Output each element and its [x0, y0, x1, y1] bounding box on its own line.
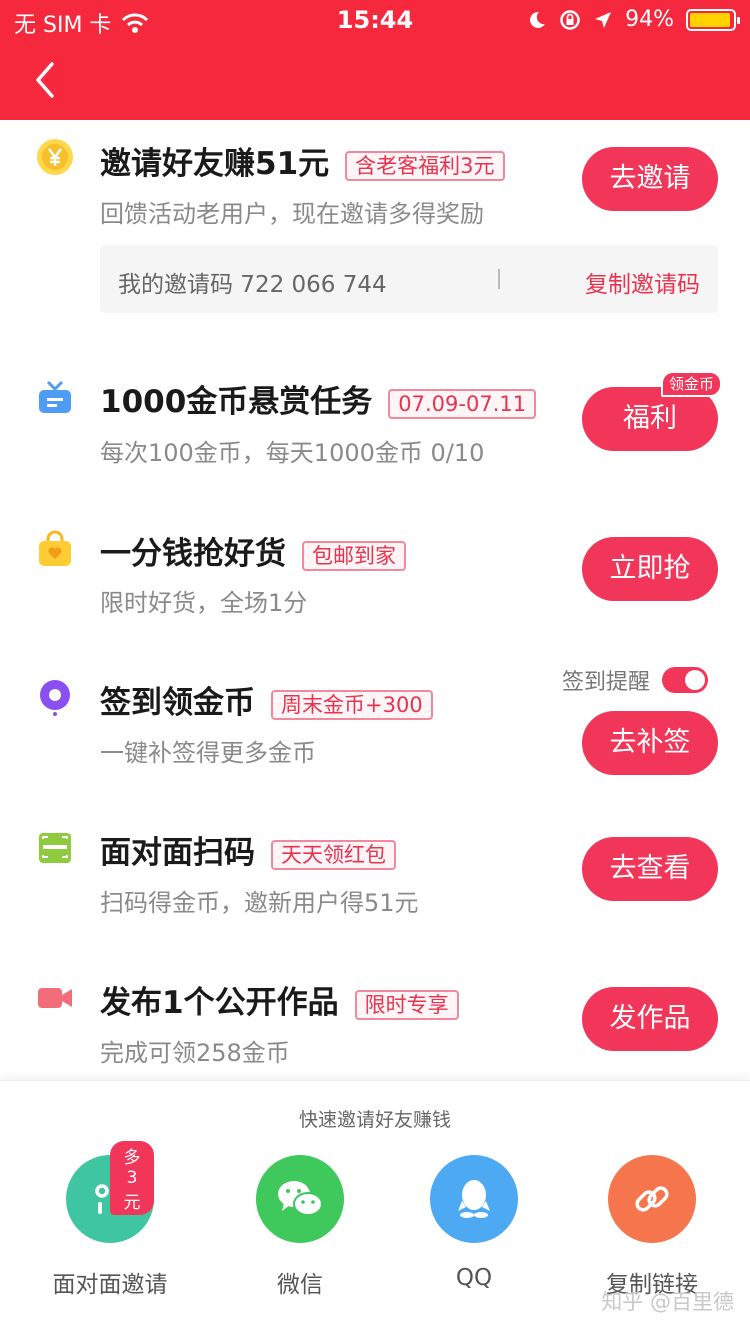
- task-subtitle: 回馈活动老用户，现在邀请多得奖励: [100, 200, 484, 228]
- welfare-button-label: 福利: [623, 403, 677, 434]
- task-title-text: 一分钱抢好货: [100, 536, 286, 572]
- yuan-coin-icon: [37, 139, 73, 175]
- task-title-text: 1000金币悬赏任务: [100, 384, 373, 420]
- back-arrow-icon[interactable]: [30, 60, 60, 100]
- copy-invite-code-button[interactable]: 复制邀请码: [585, 265, 700, 299]
- task-subtitle: 每次100金币，每天1000金币 0/10: [100, 439, 485, 467]
- watermark: 知乎 @百里德: [601, 1290, 734, 1314]
- face-to-face-icon: 多3元: [66, 1141, 154, 1243]
- view-button[interactable]: 去查看: [582, 837, 718, 901]
- publish-work-button[interactable]: 发作品: [582, 987, 718, 1051]
- scan-code-icon: [39, 833, 71, 863]
- moon-icon: [530, 11, 546, 28]
- task-tag: 包邮到家: [302, 540, 406, 571]
- checkin-reminder-toggle[interactable]: [662, 667, 709, 693]
- share-face-to-face[interactable]: 多3元 面对面邀请: [35, 1141, 185, 1299]
- makeup-checkin-button[interactable]: 去补签: [582, 711, 718, 775]
- share-copy-link[interactable]: 复制链接: [577, 1155, 727, 1299]
- task-subtitle: 扫码得金币，邀新用户得51元: [100, 889, 419, 917]
- share-label: QQ: [455, 1265, 493, 1291]
- welfare-button[interactable]: 福利 领金币: [582, 371, 722, 451]
- video-camera-icon: [38, 988, 72, 1008]
- invite-code-box: 我的邀请码 722 066 744 复制邀请码: [100, 245, 718, 313]
- task-title: 签到领金币 周末金币+300: [100, 677, 433, 722]
- task-title: 邀请好友赚51元 含老客福利3元: [100, 138, 505, 183]
- task-title: 一分钱抢好货 包邮到家: [100, 528, 406, 573]
- invite-button[interactable]: 去邀请: [582, 147, 718, 211]
- link-icon: [608, 1155, 696, 1243]
- task-title: 发布1个公开作品 限时专享: [100, 977, 459, 1022]
- task-subtitle: 限时好货，全场1分: [100, 589, 308, 617]
- divider: [498, 269, 500, 289]
- share-wechat[interactable]: 微信: [225, 1155, 375, 1299]
- gift-box-icon: [39, 380, 71, 413]
- top-header: 无 SIM 卡 15:44 94%: [0, 0, 750, 120]
- task-tag: 含老客福利3元: [345, 150, 505, 181]
- wechat-icon: [256, 1155, 344, 1243]
- share-qq[interactable]: QQ: [399, 1155, 549, 1291]
- checkin-badge-icon: [40, 680, 70, 716]
- task-tag: 天天领红包: [271, 839, 396, 870]
- grab-now-button[interactable]: 立即抢: [582, 537, 718, 601]
- coin-badge: 领金币: [660, 371, 722, 397]
- share-label: 微信: [277, 1272, 323, 1298]
- task-title-text: 发布1个公开作品: [100, 985, 339, 1021]
- task-title: 面对面扫码 天天领红包: [100, 827, 396, 872]
- invite-code-text: 我的邀请码 722 066 744: [118, 272, 387, 298]
- task-tag: 07.09-07.11: [388, 388, 537, 419]
- task-title-text: 面对面扫码: [100, 835, 255, 871]
- checkin-reminder-label: 签到提醒: [562, 670, 651, 695]
- battery-icon: [686, 8, 740, 31]
- quick-invite-title: 快速邀请好友赚钱: [298, 1109, 451, 1131]
- task-tag: 限时专享: [354, 989, 459, 1020]
- location-arrow-icon: [595, 11, 612, 28]
- task-title-text: 签到领金币: [100, 685, 255, 721]
- rotation-lock-icon: [560, 9, 580, 30]
- task-subtitle: 完成可领258金币: [100, 1039, 290, 1067]
- task-subtitle: 一键补签得更多金币: [100, 739, 316, 767]
- task-title-text: 邀请好友赚51元: [100, 146, 330, 182]
- shopping-bag-icon: [39, 530, 71, 566]
- quick-invite-panel: 快速邀请好友赚钱 多3元 面对面邀请 微信 QQ 复制链接 知乎 @百里德: [0, 1080, 750, 1334]
- share-label: 面对面邀请: [52, 1272, 168, 1298]
- checkin-reminder: 签到提醒: [562, 664, 709, 696]
- task-tag: 周末金币+300: [271, 689, 433, 720]
- extra-bonus-badge: 多3元: [110, 1141, 154, 1215]
- task-title: 1000金币悬赏任务 07.09-07.11: [100, 376, 537, 421]
- battery-percent: 94%: [625, 7, 674, 32]
- status-bar: 无 SIM 卡 15:44 94%: [0, 0, 750, 40]
- status-right: 94%: [527, 7, 740, 32]
- qq-icon: [430, 1155, 518, 1243]
